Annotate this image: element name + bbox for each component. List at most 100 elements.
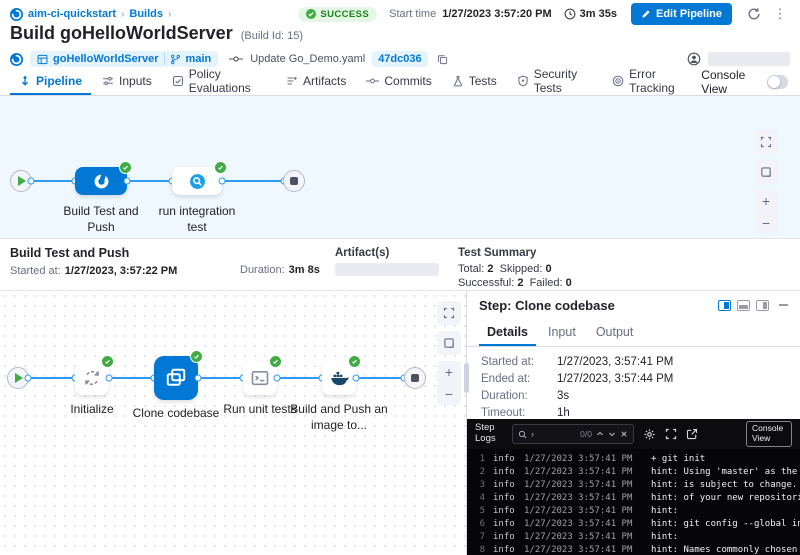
tab-error-tracking[interactable]: Error Tracking: [603, 69, 697, 95]
flask-icon: [452, 75, 464, 87]
search-clear-icon[interactable]: [620, 430, 628, 438]
step-node-run-unit-tests[interactable]: [243, 361, 277, 395]
shield-icon: [517, 75, 529, 87]
tab-inputs[interactable]: Inputs: [93, 69, 161, 95]
git-branch-icon: [170, 54, 181, 65]
log-line: 4info1/27/2023 3:57:41 PMhint: of your n…: [473, 492, 800, 505]
stage-label[interactable]: run integration test: [152, 203, 242, 235]
console-view-button[interactable]: Console View: [746, 421, 792, 447]
fit-to-screen-button[interactable]: [437, 331, 461, 355]
search-prompt: ›: [531, 430, 534, 439]
tab-output[interactable]: Output: [588, 319, 642, 346]
check-circle-icon: [306, 9, 316, 19]
tab-label: Security Tests: [534, 67, 592, 95]
tab-input[interactable]: Input: [540, 319, 584, 346]
refresh-button[interactable]: [744, 4, 764, 24]
start-time-value: 1/27/2023 3:57:20 PM: [442, 8, 551, 20]
step-node-initialize[interactable]: [75, 361, 109, 395]
clock-icon: [564, 8, 576, 20]
layout-right-icon[interactable]: [756, 300, 769, 311]
zoom-in-button[interactable]: +: [754, 190, 778, 212]
commit-icon: [229, 54, 243, 64]
search-next-icon[interactable]: [608, 430, 616, 438]
tab-details[interactable]: Details: [479, 319, 536, 346]
fit-to-screen-button[interactable]: [754, 160, 778, 184]
tab-artifacts[interactable]: Artifacts: [277, 69, 355, 95]
zoom-out-button[interactable]: −: [437, 383, 461, 405]
step-detail-panel: Step: Clone codebase Details Input Outpu…: [466, 291, 800, 555]
log-settings-gear-icon[interactable]: [643, 428, 656, 441]
harness-logo-icon: [10, 8, 23, 21]
stop-icon: [411, 374, 419, 382]
search-prev-icon[interactable]: [596, 430, 604, 438]
stage-node-build-test-and-push[interactable]: [75, 167, 127, 195]
header: aim-ci-quickstart › Builds › SUCCESS Sta…: [0, 0, 800, 69]
step-label[interactable]: Build and Push an image to...: [289, 401, 389, 433]
branch-name: main: [186, 53, 212, 65]
panel-resize-handle[interactable]: [464, 363, 469, 393]
successful-value: 2: [517, 277, 523, 289]
console-view-toggle[interactable]: [767, 75, 788, 89]
commit-message: Update Go_Demo.yaml: [250, 53, 365, 65]
open-external-icon[interactable]: [686, 428, 698, 440]
layout-bottom-icon[interactable]: [737, 300, 750, 311]
stage-details-title: Build Test and Push: [10, 246, 240, 260]
page: aim-ci-quickstart › Builds › SUCCESS Sta…: [0, 0, 800, 555]
success-check-icon: [190, 350, 203, 363]
zoom-in-button[interactable]: +: [437, 361, 461, 383]
tab-pipeline[interactable]: Pipeline: [10, 69, 91, 95]
sync-icon: [82, 368, 102, 388]
stop-icon: [290, 177, 298, 185]
step-node-clone-codebase[interactable]: [154, 356, 198, 400]
build-id: (Build Id: 15): [241, 30, 303, 42]
breadcrumb-project[interactable]: aim-ci-quickstart: [28, 8, 116, 20]
total-value: 2: [487, 263, 493, 275]
log-lines: 1info1/27/2023 3:57:41 PM+ git init 2inf…: [467, 449, 800, 555]
started-at-value: 1/27/2023, 3:57:22 PM: [65, 265, 178, 277]
redacted-artifact: [335, 263, 439, 276]
copy-sha-button[interactable]: [435, 51, 451, 67]
stage-node-run-integration-test[interactable]: [172, 167, 222, 195]
step-logs-console: Step Logs › 0/0: [467, 419, 800, 555]
zoom-out-button[interactable]: −: [754, 212, 778, 234]
log-line: 8info1/27/2023 3:57:41 PMhint: Names com…: [473, 544, 800, 555]
tab-tests[interactable]: Tests: [443, 69, 506, 95]
field-value: 3s: [543, 390, 569, 402]
tab-policy-evaluations[interactable]: Policy Evaluations: [163, 69, 275, 95]
log-search-box[interactable]: › 0/0: [512, 424, 634, 444]
stage-graph-canvas[interactable]: Build Test and Push run integration test…: [0, 96, 800, 238]
field-label: Started at:: [481, 356, 543, 368]
artifacts-label: Artifact(s): [335, 247, 458, 259]
tab-commits[interactable]: Commits: [357, 69, 440, 95]
pencil-icon: [641, 9, 651, 19]
commit-sha[interactable]: 47dc036: [372, 51, 427, 67]
stage-details-strip: Build Test and Push Started at: 1/27/202…: [0, 238, 800, 290]
elapsed-value: 3m 35s: [580, 8, 617, 20]
pipeline-end-node: [404, 367, 426, 389]
fullscreen-button[interactable]: [754, 130, 778, 154]
layout-split-right-icon[interactable]: [718, 300, 731, 311]
successful-label: Successful:: [458, 277, 514, 289]
log-fullscreen-icon[interactable]: [665, 428, 677, 440]
target-icon: [612, 75, 624, 87]
repo-branch-chip[interactable]: goHelloWorldServer main: [30, 51, 218, 67]
stage-label[interactable]: Build Test and Push: [56, 203, 146, 235]
harness-logo-icon: [10, 53, 23, 66]
tab-security-tests[interactable]: Security Tests: [508, 69, 601, 95]
console-view-label: Console View: [701, 68, 761, 96]
minimize-panel-icon[interactable]: [779, 304, 788, 306]
breadcrumb-builds[interactable]: Builds: [129, 8, 163, 20]
more-options-button[interactable]: ⋮: [770, 4, 790, 24]
tab-label: Inputs: [119, 74, 152, 88]
tab-label: Commits: [384, 74, 431, 88]
step-graph-canvas[interactable]: Initialize Clone codebase Run unit tests…: [0, 291, 466, 555]
build-tabbar: Pipeline Inputs Policy Evaluations Artif…: [0, 69, 800, 96]
step-node-build-and-push[interactable]: [322, 361, 356, 395]
log-line: 2info1/27/2023 3:57:41 PMhint: Using 'ma…: [473, 466, 800, 479]
step-label[interactable]: Initialize: [52, 401, 132, 417]
edit-pipeline-button[interactable]: Edit Pipeline: [631, 3, 732, 25]
log-search-input[interactable]: [538, 429, 576, 439]
fullscreen-button[interactable]: [437, 301, 461, 325]
tab-label: Tests: [469, 74, 497, 88]
status-label: SUCCESS: [320, 9, 369, 20]
